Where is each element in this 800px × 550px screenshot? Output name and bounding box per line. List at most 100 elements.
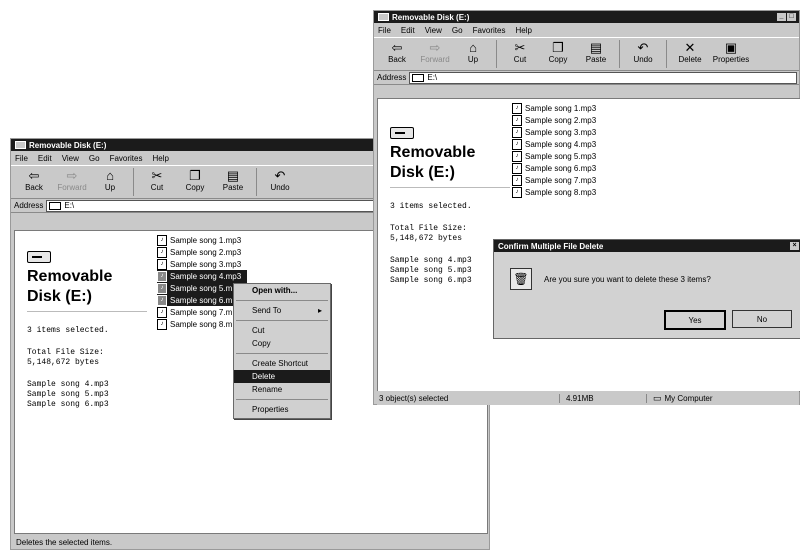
file-item[interactable]: ♪ Sample song 3.mp3 [512, 126, 612, 138]
cut-button[interactable]: ✂ Cut [501, 38, 539, 64]
file-item-selected[interactable]: ♪ Sample song 4.mp3 [157, 270, 247, 282]
paste-button[interactable]: ▤ Paste [577, 38, 615, 64]
back-label: Back [25, 183, 43, 192]
audio-file-icon: ♪ [512, 174, 522, 186]
forward-button[interactable]: ⇨ Forward [416, 38, 454, 64]
cut-label: Cut [513, 55, 527, 64]
file-item[interactable]: ♪ Sample song 3.mp3 [157, 258, 247, 270]
delete-label: Delete [678, 55, 702, 64]
forward-label: Forward [57, 183, 87, 192]
file-item[interactable]: ♪ Sample song 4.mp3 [512, 138, 612, 150]
menu-separator [236, 353, 328, 354]
file-item[interactable]: ♪ Sample song 2.mp3 [157, 246, 247, 258]
status-objects: 3 object(s) selected [377, 393, 560, 403]
file-name: Sample song 8.m [170, 319, 233, 329]
file-name: Sample song 3.mp3 [170, 259, 242, 269]
menu-help[interactable]: Help [152, 154, 168, 163]
menu-file[interactable]: File [15, 154, 28, 163]
menu-item-properties[interactable]: Properties [234, 403, 330, 416]
up-button[interactable]: ⌂ Up [454, 38, 492, 64]
menu-item-delete[interactable]: Delete [234, 370, 330, 383]
undo-button[interactable]: ↶ Undo [261, 166, 299, 192]
dialog-title-bar[interactable]: Confirm Multiple File Delete × [494, 240, 800, 252]
menu-favorites[interactable]: Favorites [473, 26, 506, 35]
file-item[interactable]: ♪ Sample song 5.mp3 [512, 150, 612, 162]
menu-go[interactable]: Go [89, 154, 100, 163]
file-name: Sample song 8.mp3 [525, 187, 597, 197]
file-name: Sample song 1.mp3 [525, 103, 597, 113]
toolbar-separator [666, 40, 667, 68]
audio-file-icon: ♪ [512, 186, 522, 198]
drive-icon [15, 141, 26, 149]
menu-edit[interactable]: Edit [38, 154, 52, 163]
file-name: Sample song 2.mp3 [525, 115, 597, 125]
cut-button[interactable]: ✂ Cut [138, 166, 176, 192]
file-item[interactable]: ♪ Sample song 1.mp3 [512, 102, 612, 114]
drive-icon [378, 13, 389, 21]
menu-item-label: Rename [252, 385, 283, 394]
minimize-button[interactable]: _ [777, 13, 786, 21]
up-label: Up [104, 183, 116, 192]
back-button[interactable]: ⇦ Back [378, 38, 416, 64]
copy-button[interactable]: ❐ Copy [176, 166, 214, 192]
status-bar: Deletes the selected items. [14, 535, 486, 549]
dialog-title: Confirm Multiple File Delete [498, 241, 604, 251]
file-item[interactable]: ♪ Sample song 2.mp3 [512, 114, 612, 126]
removable-disk-icon [27, 251, 51, 263]
web-view-panel: Removable Disk (E:) 3 items selected. To… [27, 251, 147, 410]
menu-view[interactable]: View [62, 154, 79, 163]
selected-file: Sample song 4.mp3 [27, 380, 109, 389]
file-name: Sample song 6.mp3 [525, 163, 597, 173]
back-button[interactable]: ⇦ Back [15, 166, 53, 192]
panel-divider [27, 311, 147, 312]
menu-item-copy[interactable]: Copy [234, 337, 330, 350]
file-item[interactable]: ♪ Sample song 8.mp3 [512, 186, 612, 198]
paste-icon: ▤ [589, 40, 603, 55]
menu-edit[interactable]: Edit [401, 26, 415, 35]
size-label: Total File Size: [390, 224, 467, 233]
up-label: Up [467, 55, 479, 64]
file-item[interactable]: ♪ Sample song 6.mp3 [512, 162, 612, 174]
close-button[interactable]: × [790, 242, 799, 250]
selected-file-list: Sample song 4.mp3 Sample song 5.mp3 Samp… [390, 256, 510, 286]
audio-file-icon: ♪ [157, 234, 167, 246]
properties-button[interactable]: ▣ Properties [709, 38, 753, 64]
selected-file: Sample song 5.mp3 [390, 266, 472, 275]
undo-button[interactable]: ↶ Undo [624, 38, 662, 64]
paste-label: Paste [585, 55, 607, 64]
menu-view[interactable]: View [425, 26, 442, 35]
menu-favorites[interactable]: Favorites [110, 154, 143, 163]
cut-icon: ✂ [514, 40, 526, 55]
no-button[interactable]: No [732, 310, 792, 328]
copy-button[interactable]: ❐ Copy [539, 38, 577, 64]
menu-go[interactable]: Go [452, 26, 463, 35]
menu-item-rename[interactable]: Rename [234, 383, 330, 396]
forward-button[interactable]: ⇨ Forward [53, 166, 91, 192]
address-input[interactable]: E:\ [409, 71, 797, 84]
file-item[interactable]: ♪ Sample song 7.mp3 [512, 174, 612, 186]
panel-title-line2: Disk (E:) [27, 288, 92, 305]
up-button[interactable]: ⌂ Up [91, 166, 129, 192]
audio-file-icon: ♪ [512, 102, 522, 114]
menu-item-open-with[interactable]: Open with... [234, 284, 330, 297]
menu-file[interactable]: File [378, 26, 391, 35]
window-title: Removable Disk (E:) [29, 140, 107, 150]
maximize-button[interactable]: □ [787, 13, 796, 21]
toolbar-separator [619, 40, 620, 68]
title-bar[interactable]: Removable Disk (E:) _ □ [374, 11, 799, 23]
file-item[interactable]: ♪ Sample song 1.mp3 [157, 234, 247, 246]
delete-button[interactable]: ✕ Delete [671, 38, 709, 64]
paste-button[interactable]: ▤ Paste [214, 166, 252, 192]
status-size: 4.91MB [560, 393, 647, 403]
back-icon: ⇦ [28, 168, 40, 183]
menu-item-create-shortcut[interactable]: Create Shortcut [234, 357, 330, 370]
size-value: 5,148,672 bytes [390, 234, 463, 243]
panel-divider [390, 187, 510, 188]
menu-help[interactable]: Help [515, 26, 531, 35]
menu-item-cut[interactable]: Cut [234, 324, 330, 337]
file-name: Sample song 7.mp3 [525, 175, 597, 185]
computer-icon: ▭ [653, 392, 662, 403]
yes-button[interactable]: Yes [664, 310, 726, 330]
menu-item-send-to[interactable]: Send To ▸ [234, 304, 330, 317]
menu-item-label: Cut [252, 326, 265, 335]
